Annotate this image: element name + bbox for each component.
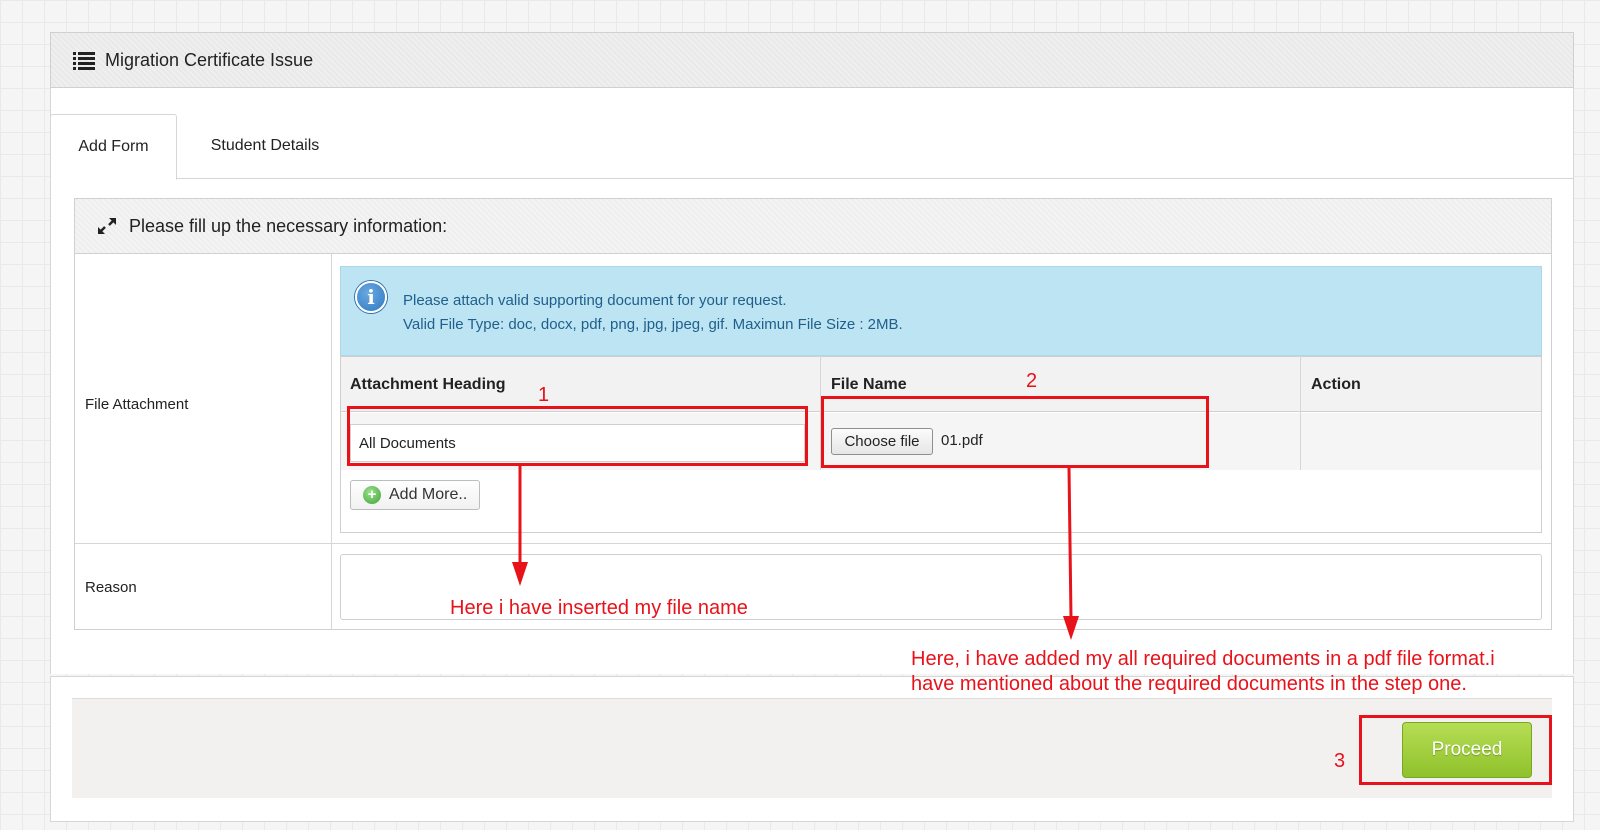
page-title: Migration Certificate Issue xyxy=(105,49,314,70)
file-attachment-label: File Attachment xyxy=(85,396,189,413)
annotation-number-3: 3 xyxy=(1334,750,1346,772)
annotation-arrow-1 xyxy=(512,466,528,586)
row-divider xyxy=(75,543,1551,544)
panel-header: Migration Certificate Issue xyxy=(50,32,1574,88)
annotation-box-2 xyxy=(821,396,1209,468)
annotation-note-2-line-1: Here, i have added my all required docum… xyxy=(911,648,1495,670)
plus-circle-icon: + xyxy=(363,486,381,504)
annotation-note-2-line-2: have mentioned about the required docume… xyxy=(911,673,1467,695)
section-header: Please fill up the necessary information… xyxy=(74,198,1552,254)
column-header-file-name: File Name xyxy=(831,376,907,393)
info-icon: i xyxy=(355,281,387,313)
column-header-attachment-heading: Attachment Heading xyxy=(350,376,506,393)
tab-bar-divider xyxy=(50,178,1574,179)
label-column-divider xyxy=(331,254,332,630)
list-icon xyxy=(73,51,95,70)
footer-bar xyxy=(72,698,1552,798)
annotation-note-1: Here i have inserted my file name xyxy=(450,597,748,619)
annotation-box-3 xyxy=(1359,715,1552,785)
add-more-button[interactable]: + Add More.. xyxy=(350,480,480,510)
annotation-number-2: 2 xyxy=(1026,370,1038,392)
column-header-action: Action xyxy=(1311,376,1361,393)
annotation-box-1 xyxy=(347,406,808,466)
column-divider xyxy=(1300,356,1301,470)
reason-label: Reason xyxy=(85,579,137,596)
alert-line-1: Please attach valid supporting document … xyxy=(403,292,787,309)
alert-line-2: Valid File Type: doc, docx, pdf, png, jp… xyxy=(403,316,903,333)
expand-icon xyxy=(98,218,116,234)
section-title: Please fill up the necessary information… xyxy=(129,215,448,236)
tab-add-form[interactable]: Add Form xyxy=(50,114,177,180)
annotation-arrow-2 xyxy=(1063,468,1079,640)
add-more-label: Add More.. xyxy=(389,486,468,503)
annotation-number-1: 1 xyxy=(538,384,550,406)
tab-student-details[interactable]: Student Details xyxy=(190,114,340,178)
info-alert: Please attach valid supporting document … xyxy=(340,266,1542,356)
